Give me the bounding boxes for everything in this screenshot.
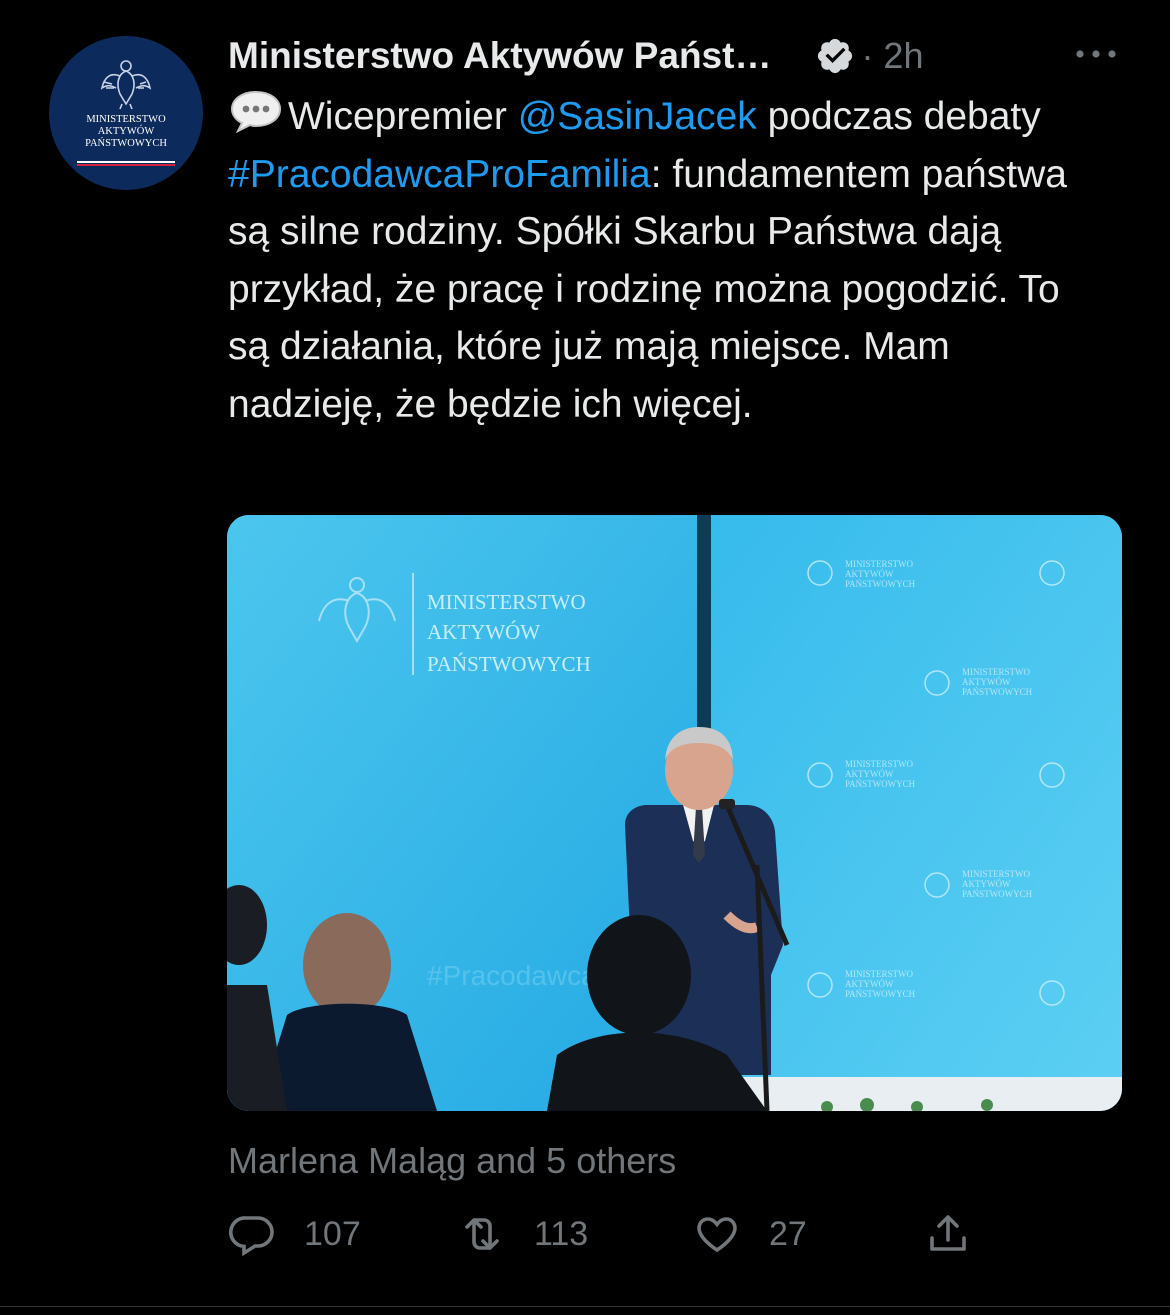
- avatar-text-line: AKTYWÓW: [97, 126, 155, 137]
- divider: [0, 1306, 1170, 1307]
- retweet-count: 113: [534, 1214, 589, 1253]
- hashtag-link[interactable]: #PracodawcaProFamilia: [228, 153, 651, 196]
- eagle-emblem-icon: [100, 60, 152, 110]
- tweet-text: Wicepremier @SasinJacek podczas debaty #…: [228, 88, 1108, 433]
- tweet-header: Ministerstwo Aktywów Państ… · 2h: [228, 30, 923, 82]
- svg-text:PAŃSTWOWYCH: PAŃSTWOWYCH: [845, 579, 916, 589]
- wall-text-line: AKTYWÓW: [427, 620, 540, 644]
- svg-text:PAŃSTWOWYCH: PAŃSTWOWYCH: [845, 989, 916, 999]
- text-part: podczas debaty: [756, 95, 1041, 138]
- reply-button[interactable]: 107: [228, 1210, 361, 1258]
- retweet-icon: [465, 1218, 499, 1250]
- action-bar: 107 113 27: [228, 1210, 988, 1270]
- like-count: 27: [769, 1214, 807, 1253]
- svg-text:AKTYWÓW: AKTYWÓW: [845, 769, 894, 779]
- photo-scene: MINISTERSTWO AKTYWÓW PAŃSTWOWYCH #Pracod…: [227, 515, 1122, 1111]
- svg-text:PAŃSTWOWYCH: PAŃSTWOWYCH: [962, 889, 1033, 899]
- svg-text:MINISTERSTWO: MINISTERSTWO: [845, 559, 913, 569]
- share-icon: [930, 1215, 966, 1251]
- wall-text-line: PAŃSTWOWYCH: [427, 652, 591, 676]
- share-button[interactable]: [924, 1210, 972, 1258]
- svg-text:MINISTERSTWO: MINISTERSTWO: [962, 869, 1030, 879]
- svg-text:AKTYWÓW: AKTYWÓW: [962, 677, 1011, 687]
- author-name[interactable]: Ministerstwo Aktywów Państ…: [228, 35, 771, 77]
- timestamp[interactable]: · 2h: [861, 35, 923, 77]
- tweet-photo[interactable]: MINISTERSTWO AKTYWÓW PAŃSTWOWYCH #Pracod…: [227, 515, 1122, 1111]
- svg-text:AKTYWÓW: AKTYWÓW: [845, 979, 894, 989]
- reply-count: 107: [304, 1214, 361, 1253]
- flag-stripe: [77, 161, 175, 166]
- tweet[interactable]: MINISTERSTWO AKTYWÓW PAŃSTWOWYCH Ministe…: [0, 0, 1170, 1315]
- svg-text:PAŃSTWOWYCH: PAŃSTWOWYCH: [962, 687, 1033, 697]
- svg-text:PAŃSTWOWYCH: PAŃSTWOWYCH: [845, 779, 916, 789]
- heart-icon: [697, 1217, 737, 1253]
- svg-text:AKTYWÓW: AKTYWÓW: [845, 569, 894, 579]
- avatar-text-line: MINISTERSTWO: [86, 114, 166, 125]
- svg-text:MINISTERSTWO: MINISTERSTWO: [845, 759, 913, 769]
- avatar-text-line: PAŃSTWOWYCH: [85, 138, 167, 149]
- speech-bubble-icon: [230, 90, 282, 133]
- svg-text:MINISTERSTWO: MINISTERSTWO: [845, 969, 913, 979]
- like-button[interactable]: 27: [693, 1210, 807, 1258]
- social-context[interactable]: Marlena Maląg and 5 others: [228, 1140, 676, 1182]
- svg-text:AKTYWÓW: AKTYWÓW: [962, 879, 1011, 889]
- retweet-button[interactable]: 113: [458, 1210, 588, 1258]
- wall-text-line: MINISTERSTWO: [427, 590, 586, 614]
- svg-text:MINISTERSTWO: MINISTERSTWO: [962, 667, 1030, 677]
- text-part: Wicepremier: [288, 95, 518, 138]
- reply-icon: [228, 1216, 274, 1257]
- verified-badge-icon: [818, 38, 853, 74]
- avatar[interactable]: MINISTERSTWO AKTYWÓW PAŃSTWOWYCH: [49, 36, 203, 190]
- mention-link[interactable]: @SasinJacek: [518, 95, 757, 138]
- more-options-icon[interactable]: [1074, 44, 1118, 64]
